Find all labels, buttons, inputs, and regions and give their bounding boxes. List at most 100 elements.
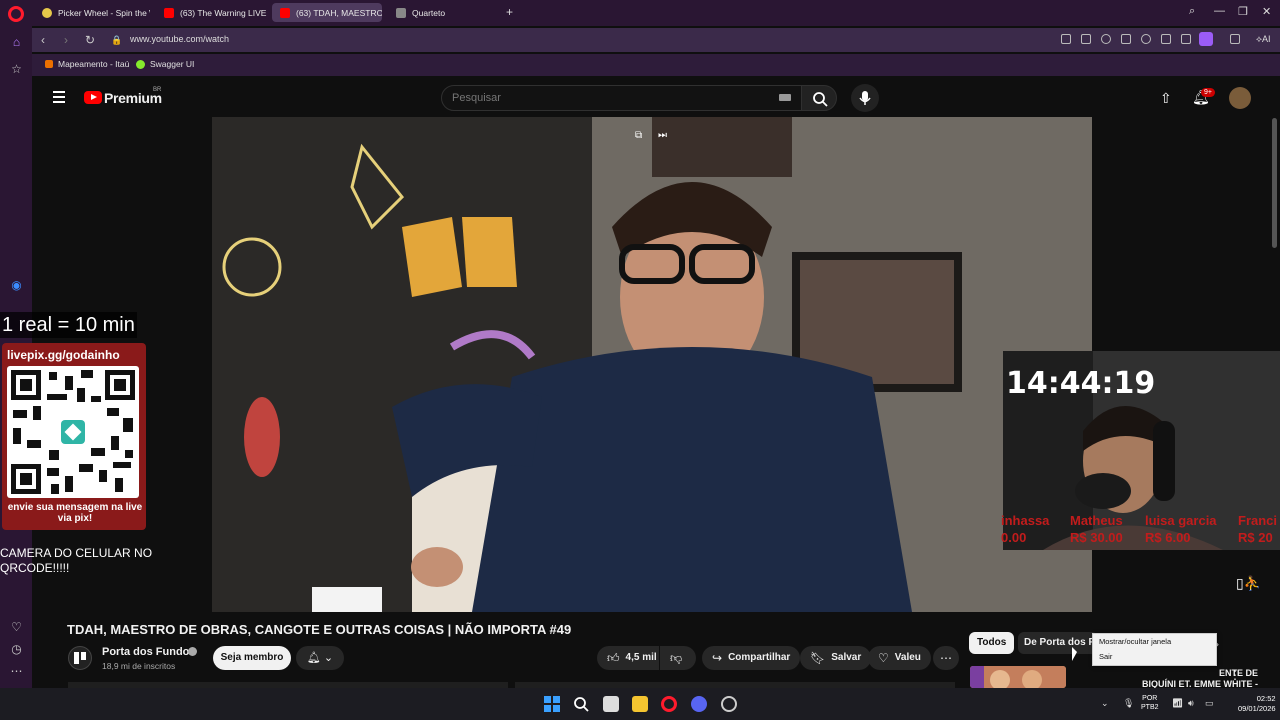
tab-quarteto[interactable]: Quarteto — [388, 3, 498, 22]
clock-area[interactable]: 02:52 09/01/2026 — [1238, 694, 1276, 714]
tab-search-icon[interactable]: ⌕ — [1189, 5, 1195, 18]
reload-icon[interactable]: ↻ — [85, 33, 95, 47]
task-view-icon[interactable] — [603, 696, 619, 712]
opera-logo-icon[interactable] — [8, 6, 24, 22]
forward-icon[interactable]: › — [64, 33, 68, 47]
more-horizontal-icon: ⋯ — [940, 651, 952, 665]
mouse-cursor-icon — [1072, 647, 1077, 661]
extensions-icon[interactable] — [1230, 34, 1240, 44]
voice-search-button[interactable] — [851, 84, 879, 112]
minimize-icon[interactable]: — — [1214, 5, 1225, 17]
channel-watermark-icon[interactable]: ▯⛹ — [1236, 575, 1261, 592]
opera-taskbar-icon[interactable] — [661, 696, 677, 712]
chip-from-channel[interactable]: De Porta dos Fundos — [1018, 632, 1098, 654]
edit-icon[interactable] — [1061, 34, 1071, 44]
thanks-button[interactable]: ♡ Valeu — [868, 646, 931, 670]
join-button[interactable]: Seja membro — [213, 646, 291, 670]
more-sidebar-icon[interactable]: ⋯ — [10, 665, 23, 678]
star-icon[interactable]: ☆ — [10, 63, 23, 76]
adblock-icon[interactable] — [1101, 34, 1111, 44]
tab-the-warning[interactable]: (63) The Warning LIVE Pe — [156, 3, 268, 22]
tab-label: Quarteto — [412, 7, 446, 18]
windows-start-icon[interactable] — [544, 696, 560, 712]
subscription-bell-button[interactable]: 🔔︎ ⌄ — [296, 646, 344, 670]
heart-icon[interactable] — [1141, 34, 1151, 44]
donor-amount: R$ 30.00 — [1070, 530, 1123, 545]
taskbar-search-icon[interactable] — [573, 696, 589, 712]
tab-label: Picker Wheel - Spin the W — [58, 7, 150, 18]
channel-avatar[interactable] — [68, 646, 92, 670]
keyboard-icon[interactable] — [779, 94, 791, 101]
profile-icon[interactable] — [1199, 32, 1213, 46]
recommended-thumbnail[interactable] — [970, 666, 1066, 688]
favorites-heart-icon[interactable]: ♡ — [10, 621, 23, 634]
share-icon: ↪ — [712, 651, 723, 665]
chip-all[interactable]: Todos — [969, 632, 1015, 654]
menu-item-exit[interactable]: Sair — [1099, 652, 1112, 661]
mic-icon — [859, 91, 871, 105]
maximize-icon[interactable]: ❐ — [1238, 5, 1248, 18]
bookmark-label: Mapeamento - Itaú — [58, 59, 130, 69]
bookmark-label: Swagger UI — [150, 59, 195, 69]
kebab-menu-icon[interactable]: ⋮ — [1229, 668, 1241, 682]
menu-item-toggle-window[interactable]: Mostrar/ocultar janela — [1099, 637, 1171, 646]
tab-tdah-maestro[interactable]: (63) TDAH, MAESTRO — [272, 3, 382, 22]
new-tab-icon[interactable]: + — [506, 5, 513, 19]
donor-amount: R$ 6.00 — [1145, 530, 1191, 545]
lock-icon[interactable]: 🔒 — [111, 35, 122, 46]
bookmark-mapeamento[interactable]: Mapeamento - Itaú — [45, 59, 129, 69]
home-icon[interactable]: ⌂ — [10, 36, 23, 49]
pix-url: livepix.gg/godainho — [7, 348, 120, 362]
search-icon — [813, 92, 828, 107]
channel-name[interactable]: Porta dos Fundos — [102, 646, 196, 658]
youtube-logo-icon[interactable] — [84, 91, 102, 104]
donation-rate-text: 1 real = 10 min — [0, 312, 137, 338]
play-icon[interactable] — [1121, 34, 1131, 44]
taskbar-date: 09/01/2026 — [1238, 704, 1276, 713]
dislike-button[interactable]: 👎︎ — [660, 646, 696, 670]
guide-menu-icon[interactable] — [53, 91, 65, 106]
share-label: Compartilhar — [728, 652, 791, 663]
download-icon[interactable] — [1161, 34, 1171, 44]
donor-name: Matheus — [1070, 513, 1123, 528]
aria-ai-icon[interactable]: ⟡AI — [1256, 34, 1270, 45]
video-player[interactable] — [212, 117, 1092, 612]
notification-badge: 9+ — [1201, 88, 1215, 97]
tray-mic-icon[interactable]: 🎙︎ — [1123, 698, 1134, 709]
search-button[interactable] — [801, 85, 837, 111]
skip-next-icon[interactable]: ⏭ — [658, 130, 667, 141]
tray-chevron-up-icon[interactable]: ⌄ — [1101, 698, 1109, 709]
youtube-favicon-icon — [164, 7, 174, 18]
upload-icon[interactable]: ⇧ — [1160, 90, 1172, 107]
search-input[interactable] — [441, 85, 802, 111]
share-button[interactable]: ↪ Compartilhar — [702, 646, 801, 670]
menu-icon[interactable] — [1181, 34, 1191, 44]
donor-entry: inhassa 0.00 — [1001, 512, 1049, 546]
battery-icon[interactable]: ▭ — [1205, 698, 1214, 709]
camera-icon[interactable] — [1081, 34, 1091, 44]
miniplayer-icon[interactable]: ⧉ — [635, 130, 642, 141]
url-field[interactable]: www.youtube.com/watch — [130, 34, 229, 44]
page-scrollbar[interactable] — [1272, 118, 1277, 248]
more-actions-button[interactable]: ⋯ — [933, 646, 959, 670]
file-explorer-icon[interactable] — [632, 696, 648, 712]
close-icon[interactable]: ✕ — [1262, 5, 1271, 18]
messenger-icon[interactable]: ◉ — [10, 279, 23, 292]
bookmark-swagger[interactable]: Swagger UI — [136, 59, 194, 69]
tab-picker-wheel[interactable]: Picker Wheel - Spin the W — [34, 3, 150, 22]
history-icon[interactable]: ◷ — [10, 643, 23, 656]
back-icon[interactable]: ‹ — [41, 33, 45, 47]
bookmark-icon: 🔖︎ — [810, 651, 826, 665]
picker-wheel-favicon-icon — [42, 7, 52, 18]
region-label: BR — [153, 87, 162, 93]
volume-icon[interactable]: 🔊︎ — [1188, 698, 1194, 709]
donor-entry: luisa garcia R$ 6.00 — [1145, 512, 1217, 546]
wifi-icon[interactable]: 📶︎ — [1172, 698, 1183, 709]
thumbs-down-icon: 👎︎ — [670, 651, 683, 665]
obs-icon[interactable] — [721, 696, 737, 712]
account-avatar[interactable] — [1229, 87, 1251, 109]
input-language[interactable]: POR PTB2 — [1141, 694, 1159, 712]
discord-icon[interactable] — [691, 696, 707, 712]
save-button[interactable]: 🔖︎ Salvar — [800, 646, 872, 670]
like-button[interactable]: 👍︎ 4,5 mil — [597, 646, 659, 670]
